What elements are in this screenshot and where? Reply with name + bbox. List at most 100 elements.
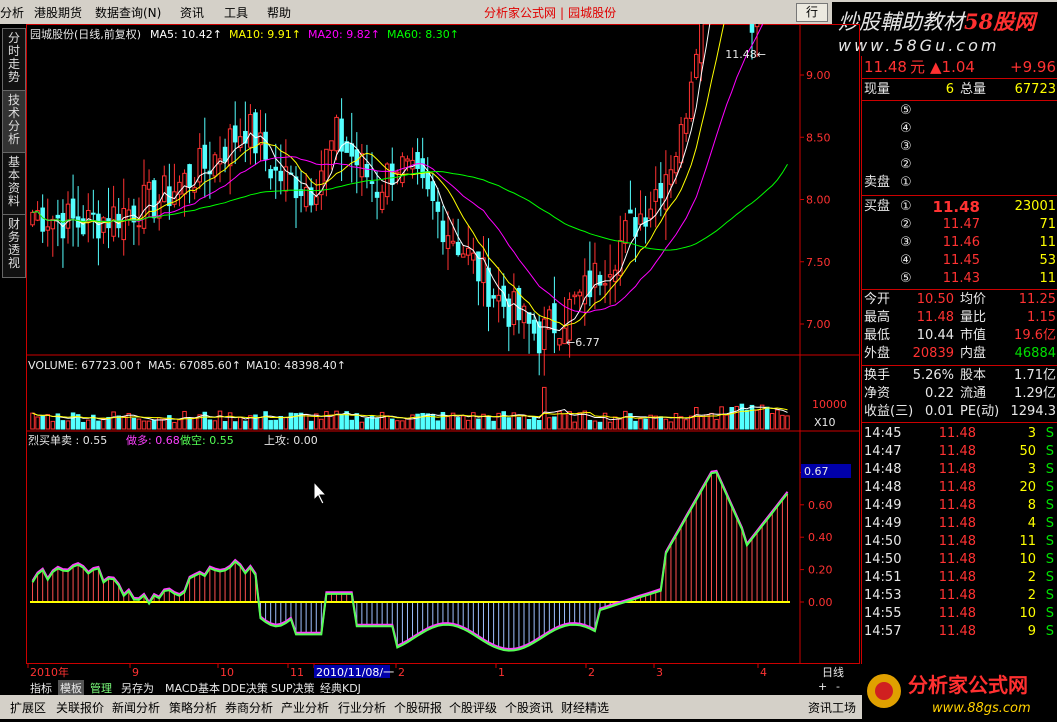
tab-template[interactable]: 模板 (58, 680, 84, 696)
volume-unit: X10 (814, 416, 836, 429)
volume-bar (643, 418, 648, 430)
candle (496, 294, 501, 302)
tab-sup[interactable]: SUP决策 (271, 680, 315, 696)
volume-bar (678, 416, 684, 430)
volume-bar (531, 416, 537, 430)
candle (511, 291, 517, 326)
volume-bar (96, 420, 101, 430)
chart-canvas[interactable]: 园城股份(日线,前复权) MA5: 10.42↑ MA10: 9.91↑ MA20: … (26, 0, 860, 664)
tab-macd[interactable]: MACD基本 (165, 680, 220, 696)
candle (754, 0, 760, 28)
menu-hk-futures[interactable]: 港股期货 (34, 4, 82, 21)
volume-bar (693, 407, 699, 430)
menu-tools[interactable]: 工具 (224, 4, 248, 21)
menu-analysis[interactable]: 分析 (0, 4, 24, 21)
indicator-tick-label: 0.40 (808, 531, 833, 544)
tab-manage[interactable]: 管理 (90, 680, 112, 696)
volume-bar (445, 416, 451, 430)
volume-bar (699, 416, 704, 430)
candle (369, 181, 375, 184)
buy-label: 买盘 (864, 199, 891, 214)
menu-help[interactable]: 帮助 (267, 4, 291, 21)
stat2-label: 换手 (864, 368, 891, 383)
indicator-tick-label: 0.20 (808, 564, 833, 577)
menu-news[interactable]: 资讯 (180, 4, 204, 21)
volume-bar (389, 418, 395, 430)
sell-label-row: 卖盘 (862, 174, 1057, 192)
quote-button[interactable]: 行 (796, 3, 828, 22)
status-industry[interactable]: 行业分析 (338, 699, 386, 716)
volume-bars (30, 386, 790, 430)
sell-level-index: ③ (900, 139, 912, 154)
candle (663, 174, 669, 210)
candle (379, 191, 385, 210)
tick-time: 14:50 (864, 534, 902, 549)
left-tab-bar: 分时走势 技术分析 基本资料 财务透视 (0, 24, 27, 664)
candle (91, 212, 96, 215)
tab-save-as[interactable]: 另存为 (121, 680, 154, 696)
volume-bar (131, 417, 137, 430)
status-research[interactable]: 个股研报 (394, 699, 442, 716)
candle (273, 166, 279, 171)
watermark-title: 炒股輔助教材58股网 (838, 9, 1036, 34)
tick-side: S (1045, 552, 1054, 567)
candle (151, 180, 157, 219)
candle (592, 262, 598, 288)
stat-label-2: 量比 (960, 310, 987, 325)
tab-kdj[interactable]: 经典KDJ (320, 680, 361, 696)
tab-technical[interactable]: 技术分析 (2, 90, 26, 154)
volume-bar (384, 415, 390, 430)
ma10-line (32, 0, 731, 327)
candle (420, 158, 425, 179)
candle (161, 175, 167, 203)
status-rating[interactable]: 个股评级 (449, 699, 497, 716)
status-workshop[interactable]: 资讯工场 (808, 699, 856, 716)
tick-price: 11.48 (938, 552, 976, 567)
volume-bar (243, 420, 248, 430)
volume-bar (339, 414, 344, 430)
volume-bar (541, 386, 547, 430)
ma5-line (32, 0, 715, 332)
tab-indicator[interactable]: 指标 (30, 680, 52, 696)
zoom-minus[interactable]: - (836, 680, 840, 693)
volume-bar (526, 419, 532, 430)
status-broker[interactable]: 券商分析 (225, 699, 273, 716)
zoom-plus[interactable]: + (818, 680, 827, 693)
status-news[interactable]: 新闻分析 (112, 699, 160, 716)
tab-intraday[interactable]: 分时走势 (2, 28, 26, 92)
stat2-row: 换手 5.26% 股本 1.71亿 (862, 367, 1057, 385)
candle (354, 149, 360, 166)
status-finance[interactable]: 财经精选 (561, 699, 609, 716)
volume-bar (460, 415, 466, 430)
volume-bar (785, 415, 790, 430)
tab-dde[interactable]: DDE决策 (222, 680, 268, 696)
tab-fundamentals[interactable]: 基本资料 (2, 152, 26, 216)
high-price-label: 11.48← (725, 48, 766, 61)
chart-area[interactable]: 园城股份(日线,前复权) MA5: 10.42↑ MA10: 9.91↑ MA20: … (26, 0, 860, 664)
price-change: ▲1.04 (930, 58, 975, 76)
volume-row: 现量 6 总量 67723 (862, 81, 1057, 99)
status-strategy[interactable]: 策略分析 (169, 699, 217, 716)
volume-bar (379, 411, 385, 430)
candle (607, 274, 613, 278)
stat-value: 20839 (912, 346, 954, 361)
status-related[interactable]: 关联报价 (56, 699, 104, 716)
period-label[interactable]: 日线 (822, 665, 844, 679)
volume-bar (319, 418, 324, 430)
watermark-top: 炒股輔助教材58股网 www.58Gu.com (832, 2, 1057, 60)
volume-bar (146, 420, 152, 430)
volume-bar (354, 413, 360, 430)
volume-bar (116, 415, 121, 430)
candle (293, 176, 299, 199)
status-extend[interactable]: 扩展区 (10, 699, 46, 716)
volume-legend: VOLUME: 67723.00↑ (28, 359, 143, 372)
candle (491, 295, 496, 299)
tab-financials[interactable]: 财务透视 (2, 214, 26, 278)
candle (678, 124, 684, 164)
volume-bar (435, 420, 441, 430)
tick-row: 14:50 11.48 10 S (862, 551, 1057, 569)
volume-bar (562, 413, 567, 430)
status-stock-news[interactable]: 个股资讯 (505, 699, 553, 716)
status-industry-chain[interactable]: 产业分析 (281, 699, 329, 716)
menu-data-query[interactable]: 数据查询(N) (95, 4, 161, 21)
